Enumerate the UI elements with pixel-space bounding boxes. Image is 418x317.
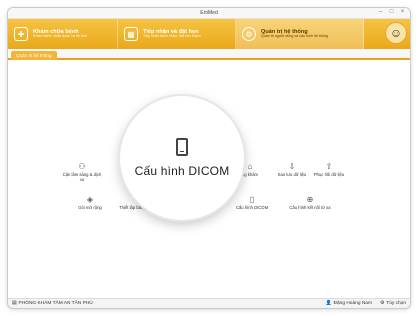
gear-icon: ⚙ bbox=[242, 27, 256, 41]
user-name: Đặng Hoàng Nam bbox=[333, 301, 372, 306]
window-title: EroMed bbox=[200, 10, 218, 16]
user-menu[interactable]: 👤 Đặng Hoàng Nam bbox=[326, 301, 372, 306]
clinic-icon: ⌂ bbox=[247, 162, 253, 171]
user-avatar[interactable]: ☺ bbox=[385, 22, 407, 44]
status-bar: ▤ PHÒNG KHÁM TÂM AN TÂN PHÚ 👤 Đặng Hoàng… bbox=[8, 298, 410, 308]
app-window: EroMed – □ × ✚ Khám chữa bệnh Khám bệnh,… bbox=[7, 7, 411, 309]
nav-quan-tri[interactable]: ⚙ Quản trị hệ thống Quản trị người dùng … bbox=[236, 19, 364, 49]
minimize-button[interactable]: – bbox=[377, 9, 384, 16]
tablet-icon bbox=[176, 138, 188, 156]
clinic-icon: ▤ bbox=[12, 301, 17, 306]
close-button[interactable]: × bbox=[399, 9, 406, 16]
restore-icon: ⇧ bbox=[325, 162, 333, 171]
options-label: Tùy chọn bbox=[386, 301, 406, 306]
backup-icon: ⇩ bbox=[288, 162, 296, 171]
tile-label: Cấu hình kết nối từ xa bbox=[289, 205, 331, 210]
tile-label: Sao lưu dữ liệu bbox=[277, 172, 307, 177]
main-nav: ✚ Khám chữa bệnh Khám bệnh, chẩn đoán và… bbox=[8, 19, 410, 49]
tile-label: Phục hồi dữ liệu bbox=[313, 172, 345, 177]
zoom-magnifier: Cấu hình DICOM bbox=[120, 96, 244, 220]
tab-bar: Quản trị hệ thống bbox=[8, 49, 410, 60]
users-icon: ⚇ bbox=[78, 162, 86, 171]
tablet-icon: ▯ bbox=[249, 195, 255, 204]
nav-kham-chua-benh[interactable]: ✚ Khám chữa bệnh Khám bệnh, chẩn đoán và… bbox=[8, 19, 118, 49]
tile-label: Gói mở rộng bbox=[78, 205, 102, 210]
maximize-button[interactable]: □ bbox=[388, 9, 395, 16]
tile-label: ng khám bbox=[241, 172, 259, 177]
tile-label: Cấu hình DICOM bbox=[235, 205, 269, 210]
tile-cau-hinh-dicom[interactable]: ▯ Cấu hình DICOM bbox=[230, 195, 274, 211]
tab-quan-tri[interactable]: Quản trị hệ thống bbox=[11, 51, 57, 60]
clinic-name: PHÒNG KHÁM TÂM AN TÂN PHÚ bbox=[18, 301, 93, 306]
nav-subtitle: Khám bệnh, chẩn đoán và kê đơn bbox=[33, 34, 88, 39]
tile-label: Cận lâm sàng & dịch vụ bbox=[62, 172, 102, 182]
tile-goi-mo-rong[interactable]: ◈ Gói mở rộng bbox=[68, 195, 112, 211]
stethoscope-icon: ✚ bbox=[14, 27, 28, 41]
nav-subtitle: Tiếp nhận bệnh nhân, đặt hẹn khám bbox=[143, 34, 201, 39]
user-icon: 👤 bbox=[325, 301, 332, 306]
tile-phuc-hoi[interactable]: ⇧ Phục hồi dữ liệu bbox=[307, 162, 351, 178]
magnified-label: Cấu hình DICOM bbox=[134, 164, 230, 178]
tile-can-lam-sang[interactable]: ⚇ Cận lâm sàng & dịch vụ bbox=[60, 162, 104, 183]
nav-subtitle: Quản trị người dùng và cấu hình hệ thống bbox=[261, 34, 328, 39]
nav-tiep-nhan[interactable]: ▦ Tiếp nhận và đặt hẹn Tiếp nhận bệnh nh… bbox=[118, 19, 236, 49]
options-menu[interactable]: ⚙ Tùy chọn bbox=[380, 301, 406, 306]
calendar-icon: ▦ bbox=[124, 27, 138, 41]
title-bar: EroMed – □ × bbox=[8, 8, 410, 19]
package-icon: ◈ bbox=[86, 195, 94, 204]
tile-ket-noi-tu-xa[interactable]: ⊕ Cấu hình kết nối từ xa bbox=[283, 195, 337, 211]
globe-icon: ⊕ bbox=[306, 195, 314, 204]
gear-icon: ⚙ bbox=[379, 301, 385, 306]
main-content: ⚇ Cận lâm sàng & dịch vụ ☰ Danh ⌂ ng khá… bbox=[8, 60, 410, 289]
